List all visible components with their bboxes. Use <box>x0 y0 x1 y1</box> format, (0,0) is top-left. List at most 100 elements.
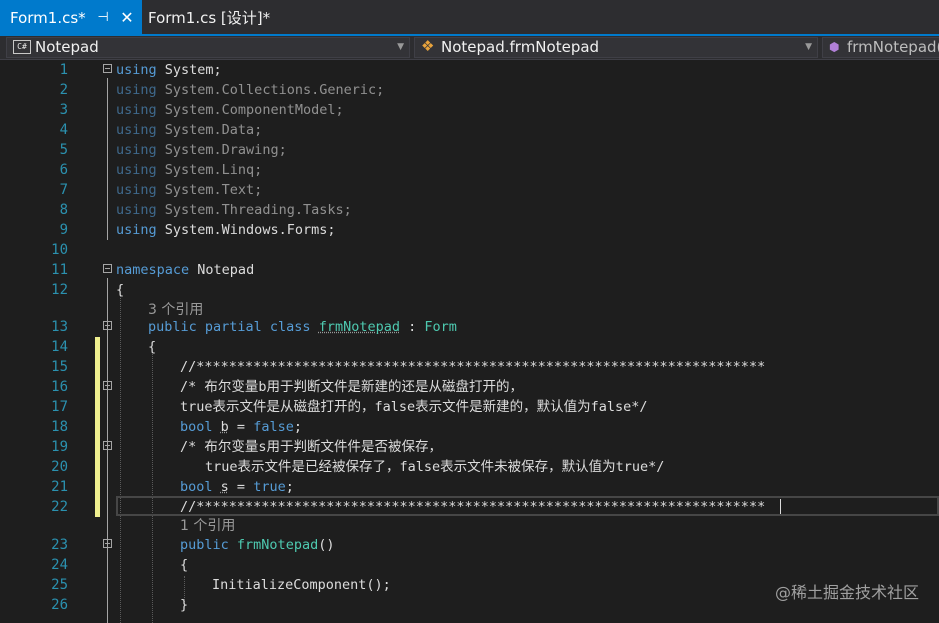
keyword: public <box>180 537 229 553</box>
change-marker <box>95 377 100 397</box>
collapse-icon[interactable] <box>103 264 112 273</box>
comment: /* 布尔变量s用于判断文件件是否被保存， <box>180 439 443 455</box>
collapse-icon[interactable] <box>103 441 112 450</box>
punctuation: : <box>399 319 425 335</box>
tab-form1-designer[interactable]: Form1.cs [设计]* <box>142 0 292 34</box>
chevron-down-icon: ▼ <box>397 42 404 52</box>
line-number: 13 <box>51 319 68 335</box>
line-number: 10 <box>51 242 68 258</box>
project-dropdown[interactable]: C# Notepad ▼ <box>6 37 410 58</box>
code-line: 22 //***********************************… <box>0 497 939 517</box>
code-text: bool s = true; <box>180 477 294 497</box>
code-text: using System.Data; <box>116 120 262 140</box>
keyword: bool <box>180 479 213 495</box>
code-line: 17 true表示文件是从磁盘打开的，false表示文件是新建的，默认值为fal… <box>0 397 939 417</box>
code-line: 23 public frmNotepad() <box>0 535 939 555</box>
code-line: 20 true表示文件是已经被保存了，false表示文件未被保存，默认值为tru… <box>0 457 939 477</box>
close-icon[interactable]: ✕ <box>118 0 136 36</box>
change-marker <box>95 497 100 517</box>
namespace-ref: System.Threading.Tasks; <box>164 202 352 218</box>
tab-form1-cs[interactable]: Form1.cs* ⊣ ✕ <box>0 0 142 34</box>
code-text: using System.Linq; <box>116 160 262 180</box>
code-text: public partial class frmNotepad : Form <box>148 317 457 337</box>
member-dropdown[interactable]: ⬢ frmNotepad() <box>822 37 939 58</box>
code-line: 9 using System.Windows.Forms; <box>0 220 939 240</box>
comment: true表示文件是从磁盘打开的，false表示文件是新建的，默认值为false*… <box>180 399 648 415</box>
csharp-project-icon: C# <box>13 40 31 54</box>
code-line: 13 public partial class frmNotepad : For… <box>0 317 939 337</box>
line-number: 12 <box>51 282 68 298</box>
keyword: using <box>116 142 157 158</box>
watermark: @稀土掘金技术社区 <box>774 583 919 602</box>
variable-b: b <box>220 419 229 435</box>
collapse-icon[interactable] <box>103 539 112 548</box>
line-number: 3 <box>59 102 68 118</box>
code-text: { <box>180 557 189 573</box>
code-line: 15 //***********************************… <box>0 357 939 377</box>
keyword: public partial class <box>148 319 311 335</box>
change-marker <box>95 477 100 497</box>
pin-icon[interactable]: ⊣ <box>95 0 111 36</box>
code-line: 2 using System.Collections.Generic; <box>0 80 939 100</box>
line-number: 18 <box>51 419 68 435</box>
change-marker <box>95 357 100 377</box>
keyword: using <box>116 102 157 118</box>
code-line: 14 { <box>0 337 939 357</box>
change-marker <box>95 337 100 357</box>
namespace-ref: System.Windows.Forms; <box>164 222 336 238</box>
code-line: 10 <box>0 240 939 260</box>
chevron-down-icon: ▼ <box>805 42 812 52</box>
code-line: 21 bool s = true; <box>0 477 939 497</box>
code-text: using System.Windows.Forms; <box>116 220 335 240</box>
code-line: 18 bool b = false; <box>0 417 939 437</box>
code-text: InitializeComponent(); <box>212 577 391 593</box>
codelens-references[interactable]: 1 个引用 <box>180 517 235 535</box>
line-number: 20 <box>51 459 68 475</box>
constructor-name: frmNotepad <box>236 537 319 553</box>
navigation-bar: C# Notepad ▼ ❖ Notepad.frmNotepad ▼ ⬢ fr… <box>0 36 939 60</box>
namespace-ref: System.Text; <box>164 182 263 198</box>
keyword: using <box>116 62 157 78</box>
document-tab-strip: Form1.cs* ⊣ ✕ Form1.cs [设计]* <box>0 0 939 36</box>
keyword: using <box>116 182 157 198</box>
code-line: 5 using System.Drawing; <box>0 140 939 160</box>
comment: /* 布尔变量b用于判断文件是新建的还是从磁盘打开的， <box>180 379 524 395</box>
keyword: bool <box>180 419 213 435</box>
variable-s: s <box>220 479 229 495</box>
class-icon: ❖ <box>421 37 435 55</box>
line-number: 23 <box>51 537 68 553</box>
change-marker <box>95 457 100 477</box>
collapse-icon[interactable] <box>103 381 112 390</box>
code-line: 4 using System.Data; <box>0 120 939 140</box>
class-name: frmNotepad <box>318 319 400 335</box>
code-editor[interactable]: 1 using System; 2 using System.Collectio… <box>0 60 939 623</box>
code-line: 24 { <box>0 555 939 575</box>
comment: //**************************************… <box>180 359 766 375</box>
comment: true表示文件是已经被保存了，false表示文件未被保存，默认值为true*/ <box>205 459 665 475</box>
base-class: Form <box>424 319 457 335</box>
line-number: 6 <box>59 162 68 178</box>
change-marker <box>95 397 100 417</box>
namespace-name: Notepad <box>197 262 255 278</box>
collapse-icon[interactable] <box>103 64 112 73</box>
comment: //**************************************… <box>180 499 766 515</box>
namespace-ref: System.Data; <box>164 122 263 138</box>
code-line: 19 /* 布尔变量s用于判断文件件是否被保存， <box>0 437 939 457</box>
punctuation: ; <box>293 419 302 435</box>
line-number: 19 <box>51 439 68 455</box>
change-marker <box>95 417 100 437</box>
line-number: 4 <box>59 122 68 138</box>
keyword: using <box>116 122 157 138</box>
namespace-ref: System; <box>164 62 222 78</box>
method-icon: ⬢ <box>829 40 840 54</box>
collapse-icon[interactable] <box>103 321 112 330</box>
code-text: using System; <box>116 60 222 80</box>
keyword: using <box>116 222 157 238</box>
line-number: 8 <box>59 202 68 218</box>
type-dropdown[interactable]: ❖ Notepad.frmNotepad ▼ <box>414 37 818 58</box>
code-line: 8 using System.Threading.Tasks; <box>0 200 939 220</box>
code-line: 16 /* 布尔变量b用于判断文件是新建的还是从磁盘打开的， <box>0 377 939 397</box>
line-number: 5 <box>59 142 68 158</box>
keyword: using <box>116 162 157 178</box>
punctuation: ; <box>285 479 294 495</box>
